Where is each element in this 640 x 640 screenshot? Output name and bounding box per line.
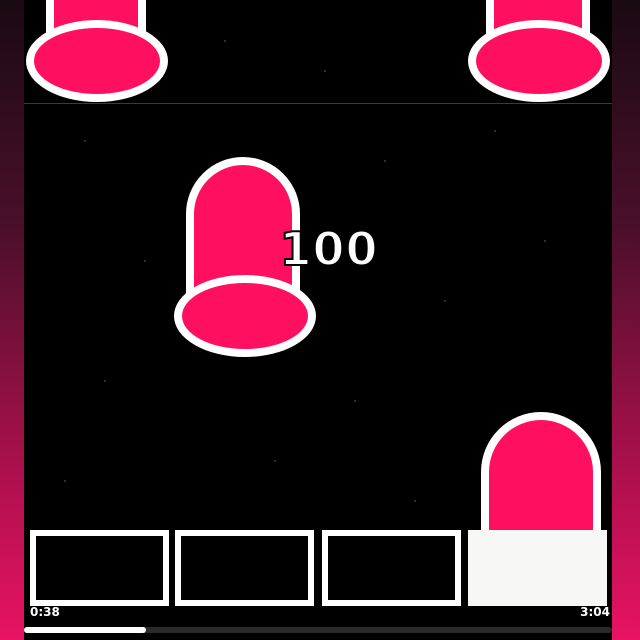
note-base [174,275,316,357]
note-body [481,412,601,537]
note-lane-4-active [481,412,601,537]
star [414,500,416,502]
lane-3-hit-zone[interactable] [322,530,461,606]
lane-4-hit-zone[interactable] [468,530,607,606]
lane-1-hit-zone[interactable] [30,530,169,606]
star [274,460,276,462]
song-progress-fill [24,627,146,633]
lane-2-hit-zone[interactable] [175,530,314,606]
song-progress-bar[interactable] [24,627,612,633]
note-lane-1 [26,0,168,105]
star [84,140,86,142]
star [144,260,146,262]
note-base [26,20,168,102]
star [324,70,326,72]
star [354,400,356,402]
note-base [468,20,610,102]
star [64,480,66,482]
total-time: 3:04 [580,605,610,619]
star [444,300,446,302]
star [104,380,106,382]
game-screen: 100 0:38 3:04 [0,0,640,640]
score-popup: 100 [278,221,379,277]
star [224,40,226,42]
note-lane-4 [468,0,610,105]
star [494,130,496,132]
star [384,160,386,162]
star [544,240,546,242]
playfield: 100 0:38 3:04 [24,0,612,640]
elapsed-time: 0:38 [30,605,60,619]
